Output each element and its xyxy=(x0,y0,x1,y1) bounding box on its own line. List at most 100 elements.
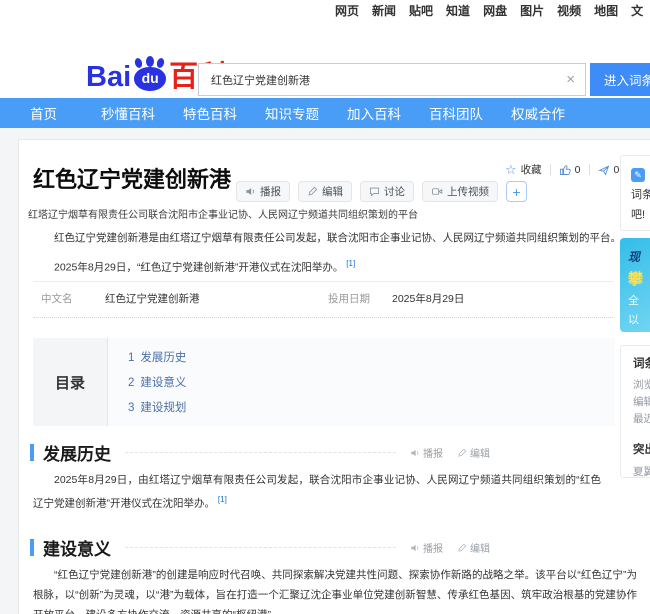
topnav-link-video[interactable]: 视频 xyxy=(557,2,581,19)
share-button[interactable]: 0 xyxy=(598,164,620,176)
section-edit-button[interactable]: 编辑 xyxy=(457,445,490,460)
topnav-link-pan[interactable]: 网盘 xyxy=(483,2,507,19)
toc-item-1[interactable]: 1 发展历史 xyxy=(128,346,186,371)
toc-item-number: 1 xyxy=(128,352,134,364)
mainnav-zhuanti[interactable]: 知识专题 xyxy=(265,103,319,123)
stats-row: 编辑 xyxy=(633,394,650,411)
mainnav-miaodong[interactable]: 秒懂百科 xyxy=(101,103,155,123)
section-edit-button[interactable]: 编辑 xyxy=(457,540,490,555)
header: Bai du 百科 × 进入词条 xyxy=(0,20,650,98)
toc-item-number: 3 xyxy=(128,402,134,414)
page-title: 红色辽宁党建创新港 xyxy=(33,162,231,194)
topnav-link-web[interactable]: 网页 xyxy=(335,2,359,19)
article-summary: 红塔辽宁烟草有限责任公司联合沈阳市企事业记协、人民网辽宁频道共同组织策划的平台 xyxy=(28,206,628,221)
sidebar-stats-card: 词条 浏览 编辑 最近 突出 夏翼 xyxy=(620,345,650,478)
topnav-link-zhidao[interactable]: 知道 xyxy=(446,2,470,19)
edit-invite-text: 吧! xyxy=(631,205,650,225)
broadcast-button[interactable]: 播报 xyxy=(236,181,290,202)
contributor-title: 突出 xyxy=(633,441,650,457)
speaker-icon xyxy=(245,186,256,197)
sidebar-edit-invite-card[interactable]: ✎ 本 词条 吧! xyxy=(620,155,650,231)
like-button[interactable]: 0 xyxy=(559,164,581,176)
broadcast-label: 播报 xyxy=(260,184,281,199)
infobox: 中文名 红色辽宁党建创新港 投用日期 2025年8月29日 xyxy=(33,281,613,318)
contributor-name[interactable]: 夏翼 xyxy=(633,464,650,479)
edit-badge-icon: ✎ xyxy=(631,168,645,182)
section-edit-label: 编辑 xyxy=(470,540,490,555)
main-nav: 首页 秒懂百科 特色百科 知识专题 加入百科 百科团队 权威合作 xyxy=(0,98,650,128)
share-icon xyxy=(598,164,610,176)
mainnav-team[interactable]: 百科团队 xyxy=(429,103,483,123)
toc-item-2[interactable]: 2 建设意义 xyxy=(128,371,186,396)
lead-paragraph-2: 2025年8月29日，“红色辽宁党建创新港”开港仪式在沈阳举办。 [1] xyxy=(33,254,633,278)
toc-item-3[interactable]: 3 建设规划 xyxy=(128,396,186,421)
section-marker xyxy=(30,539,34,556)
mainnav-tese[interactable]: 特色百科 xyxy=(183,103,237,123)
upload-video-button[interactable]: 上传视频 xyxy=(422,181,498,202)
lead-paragraph-2-text: 2025年8月29日，“红色辽宁党建创新港”开港仪式在沈阳举办。 xyxy=(54,262,343,274)
banner-text: 全 xyxy=(628,292,650,308)
banner-text: 现 xyxy=(628,248,650,265)
section-paragraph-significance: “红色辽宁党建创新港”的创建是响应时代召唤、共同探索解决党建共性问题、探索协作新… xyxy=(33,565,637,614)
mainnav-cooperation[interactable]: 权威合作 xyxy=(511,103,565,123)
section-title: 发展历史 xyxy=(43,440,111,465)
clear-icon[interactable]: × xyxy=(566,70,575,90)
discuss-label: 讨论 xyxy=(384,184,405,199)
search-input[interactable] xyxy=(199,64,585,95)
reference-link[interactable]: [1] xyxy=(218,495,227,504)
topnav-link-partial[interactable]: 文 xyxy=(631,2,643,19)
mainnav-home[interactable]: 首页 xyxy=(30,103,57,123)
banner-text: 攀 xyxy=(628,268,650,289)
reference-link[interactable]: [1] xyxy=(346,259,355,268)
infobox-label: 投用日期 xyxy=(328,291,392,306)
section-marker xyxy=(30,444,34,461)
stats-row: 浏览 xyxy=(633,377,650,394)
baidu-paw-icon: du xyxy=(132,56,168,92)
chat-bubble-icon xyxy=(369,186,380,197)
topnav-link-tieba[interactable]: 贴吧 xyxy=(409,2,433,19)
section-text: “红色辽宁党建创新港”的创建是响应时代召唤、共同探索解决党建共性问题、探索协作新… xyxy=(33,569,637,614)
section-edit-label: 编辑 xyxy=(470,445,490,460)
section-broadcast-button[interactable]: 播报 xyxy=(410,445,443,460)
star-icon: ☆ xyxy=(505,163,517,176)
favorite-label: 收藏 xyxy=(521,162,542,177)
topnav-link-news[interactable]: 新闻 xyxy=(372,2,396,19)
section-paragraph-history: 2025年8月29日，由红塔辽宁烟草有限责任公司发起，联合沈阳市企事业记协、人民… xyxy=(33,470,601,514)
divider xyxy=(125,452,396,453)
favorite-button[interactable]: ☆ 收藏 xyxy=(505,162,542,177)
stats-row: 最近 xyxy=(633,411,650,428)
toc-item-label: 建设规划 xyxy=(140,402,186,414)
topnav-link-map[interactable]: 地图 xyxy=(594,2,618,19)
infobox-value: 红色辽宁党建创新港 xyxy=(105,291,320,306)
search-box: × xyxy=(198,63,586,96)
section-tools: 播报 编辑 xyxy=(410,445,490,460)
lead-paragraph-1-text: 红色辽宁党建创新港是由红塔辽宁烟草有限责任公司发起，联合沈阳市企事业记协、人民网… xyxy=(54,232,621,244)
mainnav-join[interactable]: 加入百科 xyxy=(347,103,401,123)
section-broadcast-label: 播报 xyxy=(423,445,443,460)
sidebar-promo-banner[interactable]: 现 攀 全 以 xyxy=(620,238,650,332)
divider xyxy=(125,547,396,548)
enter-entry-button[interactable]: 进入词条 xyxy=(590,63,650,96)
edit-button[interactable]: 编辑 xyxy=(298,181,352,202)
stats-title: 词条 xyxy=(633,355,650,371)
toc-item-label: 建设意义 xyxy=(140,377,186,389)
toc-item-number: 2 xyxy=(128,377,134,389)
speaker-icon xyxy=(410,448,420,458)
discuss-button[interactable]: 讨论 xyxy=(360,181,414,202)
speaker-icon xyxy=(410,543,420,553)
pencil-icon xyxy=(307,186,318,197)
title-toolbar: 播报 编辑 讨论 上传视频 + xyxy=(236,181,527,202)
share-count: 0 xyxy=(614,164,620,176)
topnav-link-image[interactable]: 图片 xyxy=(520,2,544,19)
divider xyxy=(589,164,590,175)
article-actions: ☆ 收藏 0 0 xyxy=(505,162,619,177)
lead-paragraph-1: 红色辽宁党建创新港是由红塔辽宁烟草有限责任公司发起，联合沈阳市企事业记协、人民网… xyxy=(33,228,633,248)
section-broadcast-button[interactable]: 播报 xyxy=(410,540,443,555)
toc-item-label: 发展历史 xyxy=(140,352,186,364)
infobox-value: 2025年8月29日 xyxy=(392,291,607,306)
thumb-up-icon xyxy=(559,164,571,176)
section-header-history: 发展历史 播报 编辑 xyxy=(30,440,490,465)
section-tools: 播报 编辑 xyxy=(410,540,490,555)
top-utility-nav: 网页 新闻 贴吧 知道 网盘 图片 视频 地图 文 xyxy=(335,0,643,20)
add-button[interactable]: + xyxy=(506,181,527,202)
